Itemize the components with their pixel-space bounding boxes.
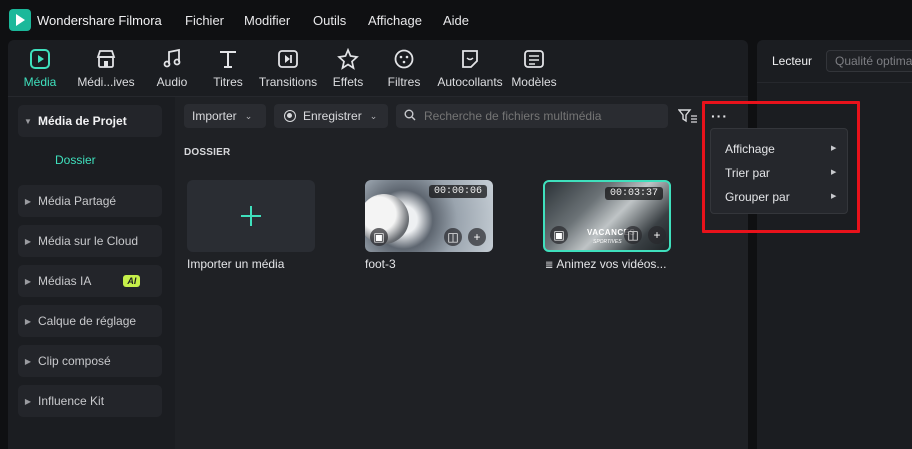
- filter-sort-icon[interactable]: [677, 108, 698, 127]
- sidebar-item-label: Média Partagé: [38, 194, 117, 208]
- title-bar: Wondershare Filmora Fichier Modifier Out…: [0, 0, 912, 40]
- section-label: DOSSIER: [184, 147, 231, 158]
- tab-filtres-label: Filtres: [387, 75, 421, 89]
- menu-affichage[interactable]: Affichage: [368, 13, 422, 28]
- sidebar-item-medias-ia[interactable]: ▶ Médias IA AI: [18, 265, 162, 297]
- menu-aide[interactable]: Aide: [443, 13, 469, 28]
- add-to-timeline-icon[interactable]: +: [648, 226, 666, 244]
- media-icon: [29, 48, 51, 70]
- caret-right-icon: ▶: [24, 276, 32, 286]
- caret-right-icon: ▶: [24, 316, 32, 326]
- template-icon: [523, 48, 545, 70]
- caret-right-icon: ▶: [24, 396, 32, 406]
- video-title-foot: foot-3: [365, 257, 396, 271]
- import-media-tile[interactable]: [187, 180, 315, 252]
- import-media-label: Importer un média: [187, 257, 285, 271]
- add-to-timeline-icon[interactable]: +: [468, 228, 486, 246]
- ai-enhance-icon[interactable]: ◫: [624, 226, 642, 244]
- sidebar-item-media-projet[interactable]: ▼ Média de Projet: [18, 105, 162, 137]
- sidebar-item-media-partage[interactable]: ▶ Média Partagé: [18, 185, 162, 217]
- sidebar-sub-dossier[interactable]: Dossier: [55, 153, 96, 167]
- text-icon: [217, 48, 239, 70]
- record-button[interactable]: Enregistrer ⌄: [274, 104, 388, 128]
- effects-icon: [337, 47, 359, 70]
- overlay-subtitle: SPORTIVES: [593, 239, 622, 245]
- app-name: Wondershare Filmora: [37, 13, 162, 28]
- sidebar-item-clip-compose[interactable]: ▶ Clip composé: [18, 345, 162, 377]
- template-tag-icon: ≣: [545, 260, 554, 271]
- menu-modifier[interactable]: Modifier: [244, 13, 290, 28]
- caret-right-icon: ▶: [24, 236, 32, 246]
- ai-enhance-icon[interactable]: ◫: [444, 228, 462, 246]
- media-library-area: [175, 97, 748, 449]
- highlight-box: [702, 101, 860, 233]
- duration-badge: 00:03:37: [604, 187, 663, 200]
- app-window: Wondershare Filmora Fichier Modifier Out…: [0, 0, 912, 449]
- sidebar-item-label: Clip composé: [38, 354, 111, 368]
- tab-stock-media[interactable]: Médi...ives: [68, 48, 144, 96]
- video-title-text: Animez vos vidéos...: [556, 257, 667, 271]
- video-thumbnail-foot[interactable]: 00:00:06 ▣ ◫ +: [365, 180, 493, 252]
- filmora-logo-icon: [9, 9, 31, 31]
- sticker-icon: [459, 48, 481, 70]
- transition-icon: [277, 48, 299, 70]
- ai-badge: AI: [123, 275, 141, 287]
- video-thumbnail-vacances[interactable]: 00:03:37 VACANCES SPORTIVES ▣ ◫ +: [543, 180, 671, 252]
- tab-media-label: Média: [23, 75, 57, 89]
- quality-select[interactable]: Qualité optimale: [826, 50, 912, 72]
- store-icon: [95, 48, 117, 70]
- search-input[interactable]: [424, 109, 654, 123]
- tab-media[interactable]: Média: [2, 48, 78, 96]
- media-sidebar: ▼ Média de Projet Dossier ▶ Média Partag…: [8, 97, 166, 449]
- search-box[interactable]: [396, 104, 668, 128]
- filter-icon: [393, 48, 415, 70]
- menu-fichier[interactable]: Fichier: [185, 13, 224, 28]
- sidebar-item-calque-reglage[interactable]: ▶ Calque de réglage: [18, 305, 162, 337]
- caret-right-icon: ▶: [24, 196, 32, 206]
- tab-modeles-label: Modèles: [511, 75, 557, 89]
- import-button[interactable]: Importer ⌄: [184, 104, 266, 128]
- player-divider: [757, 82, 912, 83]
- tab-filtres[interactable]: Filtres: [366, 48, 442, 96]
- sidebar-item-label: Médias IA: [38, 274, 92, 288]
- sidebar-item-media-cloud[interactable]: ▶ Média sur le Cloud: [18, 225, 162, 257]
- music-note-icon: [161, 48, 183, 70]
- video-title-vacances: ≣ Animez vos vidéos...: [545, 257, 666, 271]
- menu-outils[interactable]: Outils: [313, 13, 346, 28]
- import-label: Importer: [192, 109, 237, 123]
- duration-badge: 00:00:06: [428, 185, 487, 198]
- sidebar-item-label: Influence Kit: [38, 394, 105, 408]
- record-label: Enregistrer: [303, 109, 362, 123]
- sidebar-item-influence-kit[interactable]: ▶ Influence Kit: [18, 385, 162, 417]
- sidebar-item-label: Calque de réglage: [38, 314, 137, 328]
- tab-lecteur[interactable]: Lecteur: [772, 54, 812, 68]
- chevron-down-icon: ⌄: [244, 110, 253, 121]
- sidebar-item-label: Média de Projet: [38, 114, 127, 128]
- search-icon: [404, 109, 416, 124]
- caret-down-icon: ▼: [24, 116, 32, 126]
- plus-icon: [239, 204, 263, 231]
- caret-right-icon: ▶: [24, 356, 32, 366]
- record-icon: [284, 110, 296, 122]
- chevron-down-icon: ⌄: [369, 110, 378, 121]
- tab-modeles[interactable]: Modèles: [496, 48, 572, 96]
- video-clip-icon: ▣: [550, 226, 568, 244]
- sidebar-item-label: Média sur le Cloud: [38, 234, 139, 248]
- video-clip-icon: ▣: [370, 228, 388, 246]
- tab-stock-media-label: Médi...ives: [77, 75, 135, 89]
